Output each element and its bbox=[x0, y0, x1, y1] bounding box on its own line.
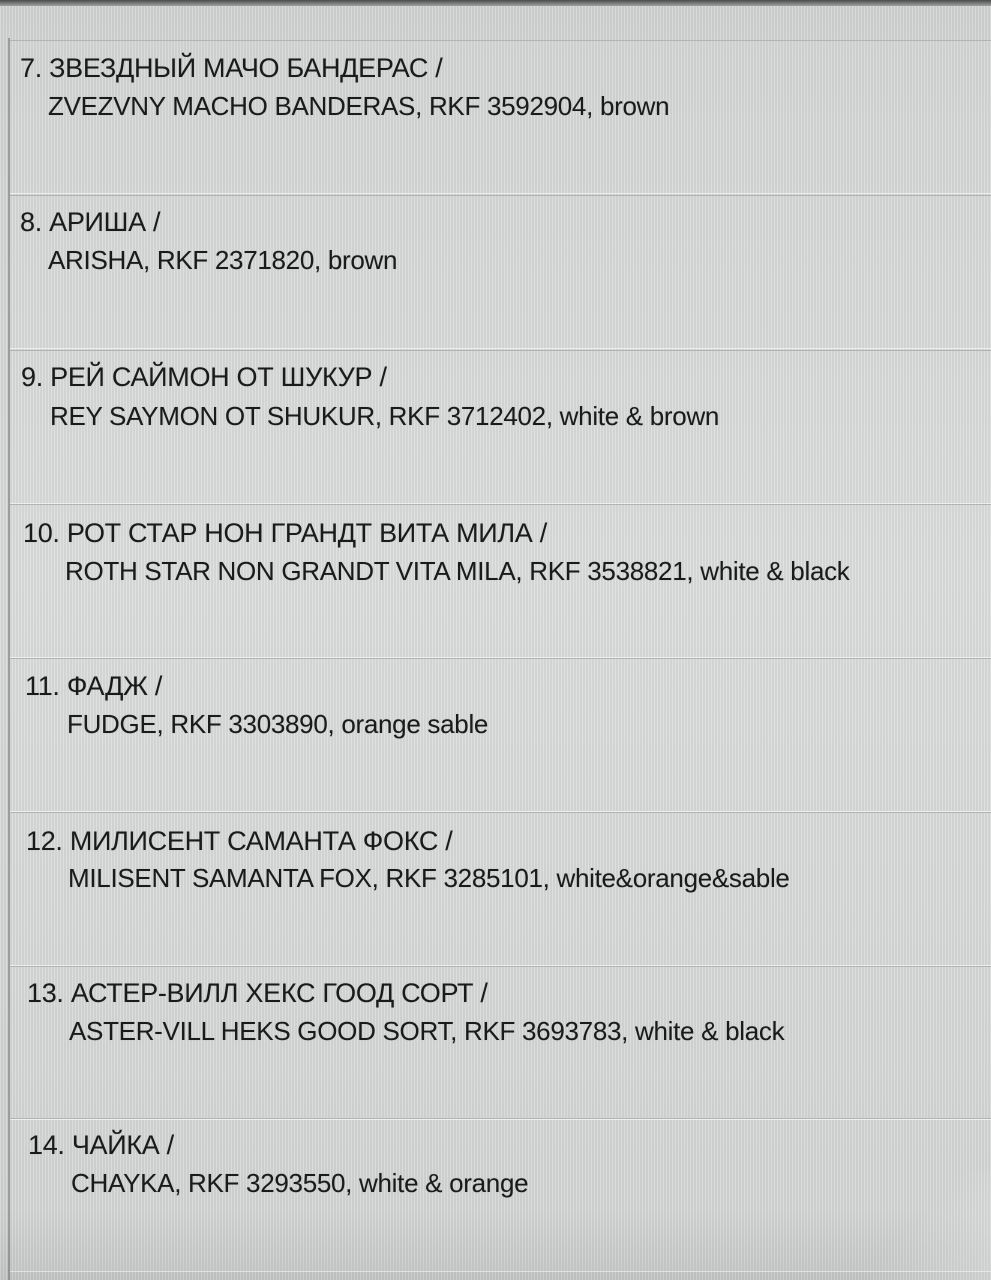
entry-name-ru: 7. ЗВЕЗДНЫЙ МАЧО БАНДЕРАС / bbox=[20, 53, 443, 83]
entry-details: ROTH STAR NON GRANDT VITA MILA, RKF 3538… bbox=[65, 556, 850, 586]
entry-name-ru: 12. МИЛИСЕНТ САМАНТА ФОКС / bbox=[26, 826, 453, 856]
table-row: 12. МИЛИСЕНТ САМАНТА ФОКС / MILISENT SAM… bbox=[10, 812, 991, 966]
entry-name-ru: 13. АСТЕР-ВИЛЛ ХЕКС ГООД СОРТ / bbox=[27, 978, 488, 1008]
entries-table: 7. ЗВЕЗДНЫЙ МАЧО БАНДЕРАС / ZVEZVNY MACH… bbox=[8, 38, 991, 1280]
entry-name-ru: 9. РЕЙ САЙМОН ОТ ШУКУР / bbox=[21, 362, 387, 392]
entry-details: ASTER-VILL HEKS GOOD SORT, RKF 3693783, … bbox=[69, 1016, 785, 1046]
entry-details: REY SAYMON OT SHUKUR, RKF 3712402, white… bbox=[50, 401, 720, 431]
table-row: 10. РОТ СТАР НОН ГРАНДТ ВИТА МИЛА / ROTH… bbox=[10, 504, 991, 658]
entry-name-ru: 8. АРИША / bbox=[20, 207, 161, 237]
table-row: 7. ЗВЕЗДНЫЙ МАЧО БАНДЕРАС / ZVEZVNY MACH… bbox=[10, 40, 991, 194]
entry-details: FUDGE, RKF 3303890, orange sable bbox=[67, 709, 489, 739]
entry-name-ru: 14. ЧАЙКА / bbox=[28, 1130, 174, 1160]
table-row: 8. АРИША / ARISHA, RKF 2371820, brown bbox=[10, 195, 991, 349]
table-row: 14. ЧАЙКА / CHAYKA, RKF 3293550, white &… bbox=[10, 1118, 991, 1272]
table-row: 13. АСТЕР-ВИЛЛ ХЕКС ГООД СОРТ / ASTER-VI… bbox=[10, 966, 991, 1120]
top-edge bbox=[0, 0, 991, 6]
entry-name-ru: 10. РОТ СТАР НОН ГРАНДТ ВИТА МИЛА / bbox=[23, 518, 547, 548]
table-row: 11. ФАДЖ / FUDGE, RKF 3303890, orange sa… bbox=[10, 658, 991, 812]
entry-details: ZVEZVNY MACHO BANDERAS, RKF 3592904, bro… bbox=[48, 91, 670, 121]
document-view: 7. ЗВЕЗДНЫЙ МАЧО БАНДЕРАС / ZVEZVNY MACH… bbox=[0, 0, 991, 1280]
entry-details: MILISENT SAMANTA FOX, RKF 3285101, white… bbox=[68, 863, 790, 893]
entry-name-ru: 11. ФАДЖ / bbox=[25, 671, 163, 701]
entry-details: CHAYKA, RKF 3293550, white & orange bbox=[71, 1168, 529, 1198]
entry-details: ARISHA, RKF 2371820, brown bbox=[48, 245, 398, 275]
table-row: 9. РЕЙ САЙМОН ОТ ШУКУР / REY SAYMON OT S… bbox=[10, 350, 991, 504]
